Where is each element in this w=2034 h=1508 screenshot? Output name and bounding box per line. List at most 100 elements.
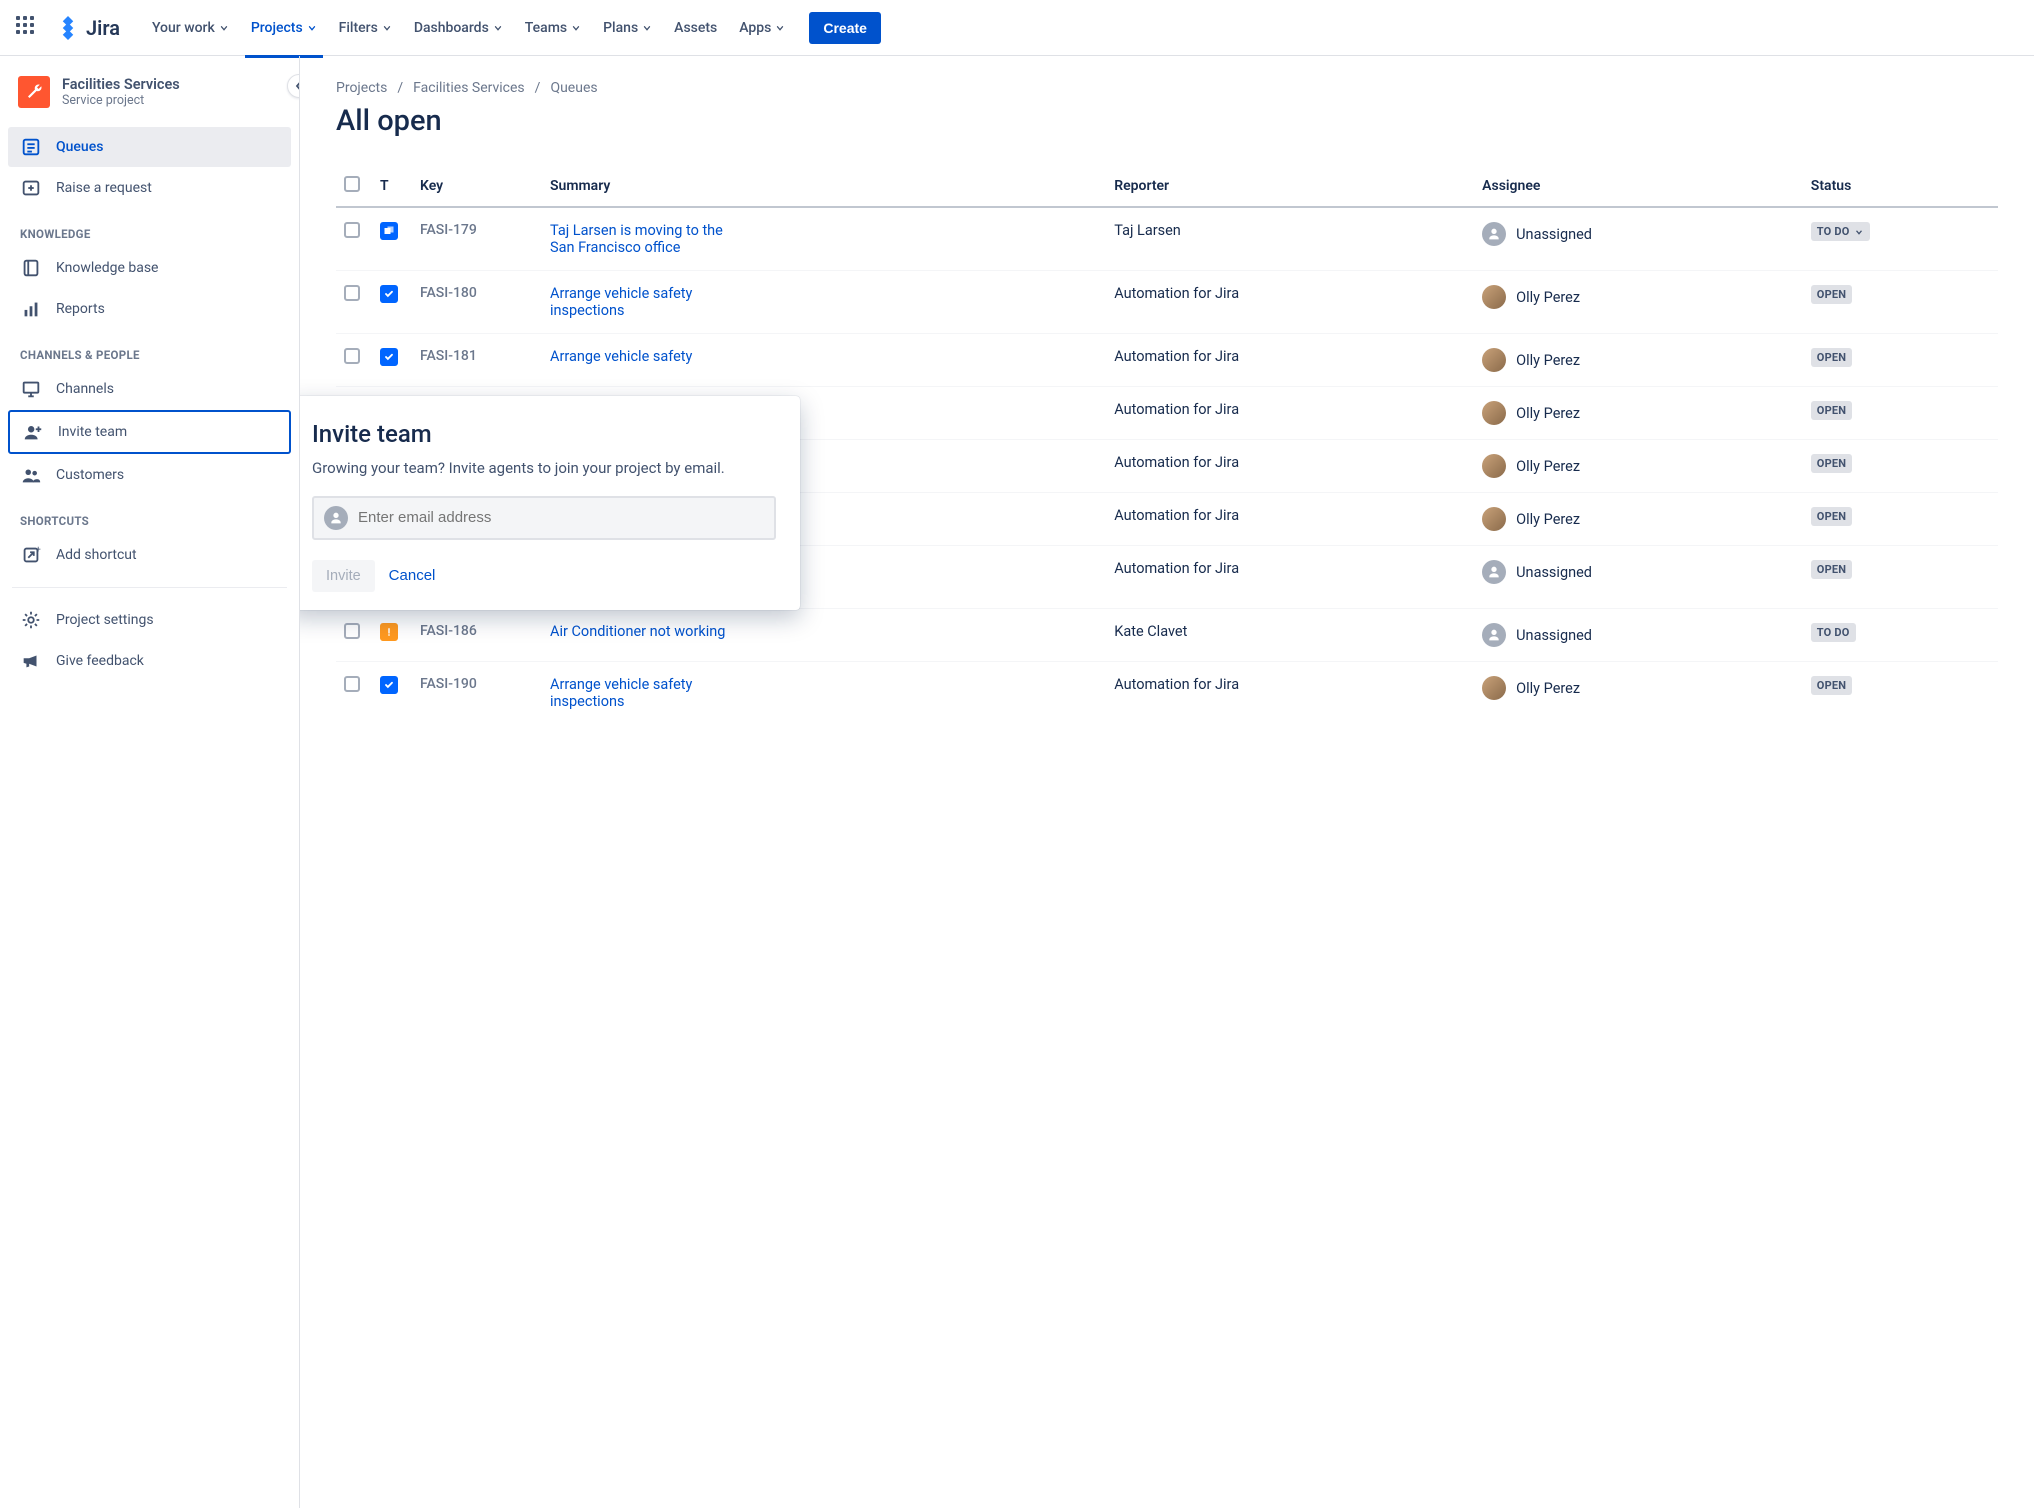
status-badge[interactable]: OPEN xyxy=(1811,560,1852,579)
avatar xyxy=(1482,507,1506,531)
main-content: Projects / Facilities Services / Queues … xyxy=(300,56,2034,1508)
issue-assignee[interactable]: Unassigned xyxy=(1482,623,1795,647)
invite-icon xyxy=(22,421,44,443)
avatar xyxy=(1482,401,1506,425)
invite-team-dialog: Invite team Growing your team? Invite ag… xyxy=(300,396,800,610)
issue-assignee[interactable]: Olly Perez xyxy=(1482,285,1795,309)
nav-projects[interactable]: Projects xyxy=(243,14,325,42)
issue-reporter: Taj Larsen xyxy=(1114,222,1181,239)
invite-dialog-title: Invite team xyxy=(312,420,776,448)
nav-plans[interactable]: Plans xyxy=(595,14,660,42)
invite-cancel-button[interactable]: Cancel xyxy=(389,567,436,584)
issue-key[interactable]: FASI-180 xyxy=(420,285,477,301)
issue-summary[interactable]: Air Conditioner not working xyxy=(550,623,725,640)
invite-email-input[interactable] xyxy=(358,509,764,526)
sidebar-item-queues[interactable]: Queues xyxy=(8,127,291,167)
status-badge[interactable]: OPEN xyxy=(1811,454,1852,473)
status-badge[interactable]: OPEN xyxy=(1811,401,1852,420)
invite-email-input-wrapper[interactable] xyxy=(312,496,776,540)
gear-icon xyxy=(20,609,42,631)
nav-filters[interactable]: Filters xyxy=(331,14,400,42)
nav-teams[interactable]: Teams xyxy=(517,14,589,42)
issue-assignee[interactable]: Olly Perez xyxy=(1482,454,1795,478)
chevron-down-icon xyxy=(382,23,392,33)
table-row: FASI-186 Air Conditioner not working Kate … xyxy=(336,609,1998,662)
sidebar-item-label: Customers xyxy=(56,467,124,483)
sidebar-item-give-feedback[interactable]: Give feedback xyxy=(8,641,291,681)
app-switcher-icon[interactable] xyxy=(16,16,40,40)
sidebar-item-invite-team[interactable]: Invite team xyxy=(8,410,291,454)
jira-wordmark: Jira xyxy=(86,16,120,40)
issue-key[interactable]: FASI-181 xyxy=(420,348,477,364)
avatar xyxy=(1482,348,1506,372)
desktop-icon xyxy=(20,378,42,400)
issue-assignee[interactable]: Unassigned xyxy=(1482,222,1795,246)
issue-key[interactable]: FASI-186 xyxy=(420,623,477,639)
issue-type-icon xyxy=(380,222,398,240)
issue-summary[interactable]: Arrange vehicle safety inspections xyxy=(550,676,750,710)
row-checkbox[interactable] xyxy=(344,676,360,692)
status-badge[interactable]: OPEN xyxy=(1811,507,1852,526)
sidebar-item-add-shortcut[interactable]: +Add shortcut xyxy=(8,535,291,575)
issue-assignee[interactable]: Olly Perez xyxy=(1482,676,1795,700)
sidebar-item-customers[interactable]: Customers xyxy=(8,455,291,495)
sidebar-item-reports[interactable]: Reports xyxy=(8,289,291,329)
avatar xyxy=(1482,222,1506,246)
row-checkbox[interactable] xyxy=(344,222,360,238)
breadcrumb-projects[interactable]: Projects xyxy=(336,80,387,96)
nav-your-work[interactable]: Your work xyxy=(144,14,237,42)
issue-summary[interactable]: Taj Larsen is moving to the San Francisc… xyxy=(550,222,750,256)
status-badge[interactable]: OPEN xyxy=(1811,348,1852,367)
col-select[interactable] xyxy=(336,166,372,207)
status-badge[interactable]: TO DO xyxy=(1811,623,1856,642)
issue-assignee[interactable]: Olly Perez xyxy=(1482,348,1795,372)
reports-icon xyxy=(20,298,42,320)
issue-assignee[interactable]: Olly Perez xyxy=(1482,401,1795,425)
nav-dashboards[interactable]: Dashboards xyxy=(406,14,511,42)
create-button[interactable]: Create xyxy=(809,12,881,44)
queues-icon xyxy=(20,136,42,158)
status-badge[interactable]: OPEN xyxy=(1811,676,1852,695)
table-row: FASI-180 Arrange vehicle safety inspectio… xyxy=(336,271,1998,334)
col-key[interactable]: Key xyxy=(412,166,542,207)
add-shortcut-icon: + xyxy=(20,544,42,566)
sidebar-item-project-settings[interactable]: Project settings xyxy=(8,600,291,640)
col-status[interactable]: Status xyxy=(1803,166,1998,207)
col-summary[interactable]: Summary xyxy=(542,166,1106,207)
customers-icon xyxy=(20,464,42,486)
jira-mark-icon xyxy=(56,16,80,40)
sidebar-item-channels[interactable]: Channels xyxy=(8,369,291,409)
select-all-checkbox[interactable] xyxy=(344,176,360,192)
col-assignee[interactable]: Assignee xyxy=(1474,166,1803,207)
breadcrumb-project[interactable]: Facilities Services xyxy=(413,80,525,96)
status-badge[interactable]: TO DO xyxy=(1811,222,1870,241)
row-checkbox[interactable] xyxy=(344,348,360,364)
issue-reporter: Automation for Jira xyxy=(1114,507,1239,524)
avatar xyxy=(1482,623,1506,647)
sidebar-item-knowledge-base[interactable]: Knowledge base xyxy=(8,248,291,288)
issue-assignee[interactable]: Unassigned xyxy=(1482,560,1795,584)
issue-reporter: Kate Clavet xyxy=(1114,623,1187,640)
sidebar-item-raise-a-request[interactable]: Raise a request xyxy=(8,168,291,208)
chevron-down-icon xyxy=(307,23,317,33)
issue-reporter: Automation for Jira xyxy=(1114,348,1239,365)
jira-logo[interactable]: Jira xyxy=(56,16,120,40)
issue-assignee[interactable]: Olly Perez xyxy=(1482,507,1795,531)
nav-assets[interactable]: Assets xyxy=(666,14,725,42)
col-t[interactable]: T xyxy=(372,166,412,207)
chevron-down-icon xyxy=(642,23,652,33)
row-checkbox[interactable] xyxy=(344,623,360,639)
breadcrumb-queues[interactable]: Queues xyxy=(550,80,597,96)
nav-apps[interactable]: Apps xyxy=(731,14,793,42)
issue-key[interactable]: FASI-179 xyxy=(420,222,477,238)
col-reporter[interactable]: Reporter xyxy=(1106,166,1474,207)
invite-submit-button[interactable]: Invite xyxy=(312,560,375,592)
project-type: Service project xyxy=(62,93,180,108)
avatar xyxy=(1482,285,1506,309)
issue-summary[interactable]: Arrange vehicle safety xyxy=(550,348,692,365)
issue-summary[interactable]: Arrange vehicle safety inspections xyxy=(550,285,750,319)
issue-type-icon xyxy=(380,285,398,303)
row-checkbox[interactable] xyxy=(344,285,360,301)
issue-key[interactable]: FASI-190 xyxy=(420,676,477,692)
status-badge[interactable]: OPEN xyxy=(1811,285,1852,304)
